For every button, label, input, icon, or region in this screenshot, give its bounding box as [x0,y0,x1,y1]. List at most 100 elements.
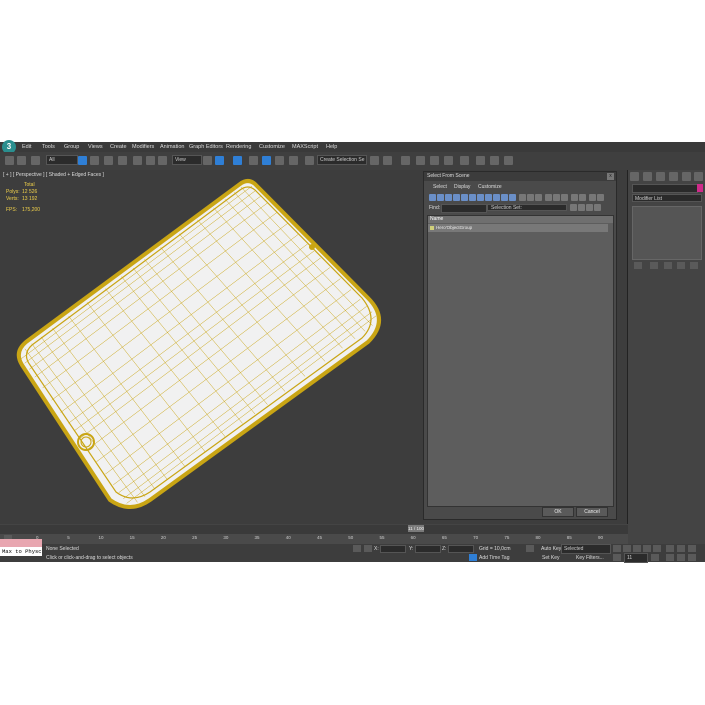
selection-set-dropdown[interactable]: Selection Set: [487,204,567,211]
move-icon[interactable] [133,156,142,165]
dialog-menu-display[interactable]: Display [454,184,470,190]
select-invert-icon[interactable] [561,194,568,201]
rotate-icon[interactable] [146,156,155,165]
menu-edit[interactable]: Edit [22,144,31,150]
menu-maxscript[interactable]: MAXScript [292,144,318,150]
menu-modifiers[interactable]: Modifiers [132,144,154,150]
pan-icon[interactable] [677,554,685,561]
material-editor-icon[interactable] [460,156,469,165]
select-none-icon[interactable] [553,194,560,201]
previous-frame-icon[interactable] [623,545,631,552]
mirror-icon[interactable] [370,156,379,165]
graphite-ribbon-icon[interactable] [416,156,425,165]
field-of-view-icon[interactable] [666,554,674,561]
display-frozen-icon[interactable] [509,194,516,201]
absolute-mode-icon[interactable] [364,545,372,552]
select-object-icon[interactable] [78,156,87,165]
object-name-field[interactable] [632,184,698,193]
rect-region-icon[interactable] [104,156,113,165]
track-bar[interactable]: 0 5 10 15 20 25 30 35 40 45 50 55 60 65 70 75 80 85 90 [0,534,628,544]
set-key-icon[interactable] [526,545,534,552]
sync-selection-icon[interactable] [571,194,578,201]
next-frame-icon[interactable] [643,545,651,552]
key-mode-dropdown[interactable]: Selected [561,544,611,554]
pivot-center-icon[interactable] [203,156,212,165]
display-tab-icon[interactable] [682,172,691,181]
utilities-tab-icon[interactable] [694,172,703,181]
menu-help[interactable]: Help [326,144,337,150]
find-input[interactable] [441,204,487,213]
remove-modifier-icon[interactable] [677,262,685,269]
cancel-button[interactable]: Cancel [576,507,608,517]
reference-coordinate-dropdown[interactable]: View [172,155,202,165]
zoom-extents-icon[interactable] [688,545,696,552]
select-all-icon[interactable] [545,194,552,201]
maxscript-mini-listener[interactable]: Max to Physc [0,547,42,556]
maxscript-listener-pink[interactable] [0,539,42,547]
show-end-result-icon[interactable] [650,262,658,269]
play-icon[interactable] [633,545,641,552]
auto-key-button[interactable]: Auto Key [541,546,561,552]
angle-snap-icon[interactable] [262,156,271,165]
modifier-stack[interactable] [632,206,702,260]
display-shapes-icon[interactable] [437,194,444,201]
layer-manager-icon[interactable] [401,156,410,165]
key-mode-toggle-icon[interactable] [613,554,621,561]
funnel-icon[interactable] [597,194,604,201]
close-icon[interactable]: x [607,173,614,180]
link-icon[interactable] [5,156,14,165]
x-coordinate-field[interactable] [380,545,406,553]
select-dependents-icon[interactable] [579,194,586,201]
rendered-frame-icon[interactable] [490,156,499,165]
go-to-end-icon[interactable] [653,545,661,552]
key-filters-button[interactable]: Key Filters... [576,555,604,561]
time-slider[interactable]: 11 / 100 [408,525,424,532]
display-none-icon[interactable] [527,194,534,201]
motion-tab-icon[interactable] [669,172,678,181]
menu-graph-editors[interactable]: Graph Editors [189,144,223,150]
menu-customize[interactable]: Customize [259,144,285,150]
ok-button[interactable]: OK [542,507,574,517]
unlink-icon[interactable] [17,156,26,165]
menu-tools[interactable]: Tools [42,144,55,150]
modify-tab-icon[interactable] [643,172,652,181]
pin-stack-icon[interactable] [634,262,642,269]
menu-animation[interactable]: Animation [160,144,184,150]
current-frame-field[interactable]: 11 [624,553,648,563]
display-helpers-icon[interactable] [461,194,468,201]
add-to-set-icon[interactable] [578,204,585,211]
remove-from-set-icon[interactable] [586,204,593,211]
time-configuration-icon[interactable] [651,554,659,561]
add-time-tag[interactable]: Add Time Tag [479,555,509,561]
lock-selection-icon[interactable] [353,545,361,552]
select-by-name-icon[interactable] [90,156,99,165]
render-production-icon[interactable] [504,156,513,165]
create-set-icon[interactable] [570,204,577,211]
z-coordinate-field[interactable] [448,545,474,553]
menu-create[interactable]: Create [110,144,127,150]
menu-rendering[interactable]: Rendering [226,144,251,150]
dialog-menu-customize[interactable]: Customize [478,184,502,190]
zoom-all-icon[interactable] [677,545,685,552]
display-geometry-icon[interactable] [429,194,436,201]
percent-snap-icon[interactable] [275,156,284,165]
scale-icon[interactable] [158,156,167,165]
select-manipulate-icon[interactable] [215,156,224,165]
time-slider-track[interactable]: 11 / 100 [0,525,628,534]
go-to-start-icon[interactable] [613,545,621,552]
selection-filter-dropdown[interactable]: All [46,155,78,165]
display-invert-icon[interactable] [535,194,542,201]
snaps-toggle-icon[interactable] [249,156,258,165]
display-spacewarps-icon[interactable] [469,194,476,201]
display-lights-icon[interactable] [445,194,452,201]
filter-icon[interactable] [589,194,596,201]
keyboard-shortcut-override-icon[interactable] [233,156,242,165]
configure-modifier-sets-icon[interactable] [690,262,698,269]
orbit-icon[interactable] [688,554,696,561]
edit-named-selection-icon[interactable] [305,156,314,165]
spinner-snap-icon[interactable] [289,156,298,165]
set-key-button[interactable]: Set Key [542,555,560,561]
window-crossing-icon[interactable] [118,156,127,165]
options-icon[interactable] [594,204,601,211]
zoom-icon[interactable] [666,545,674,552]
